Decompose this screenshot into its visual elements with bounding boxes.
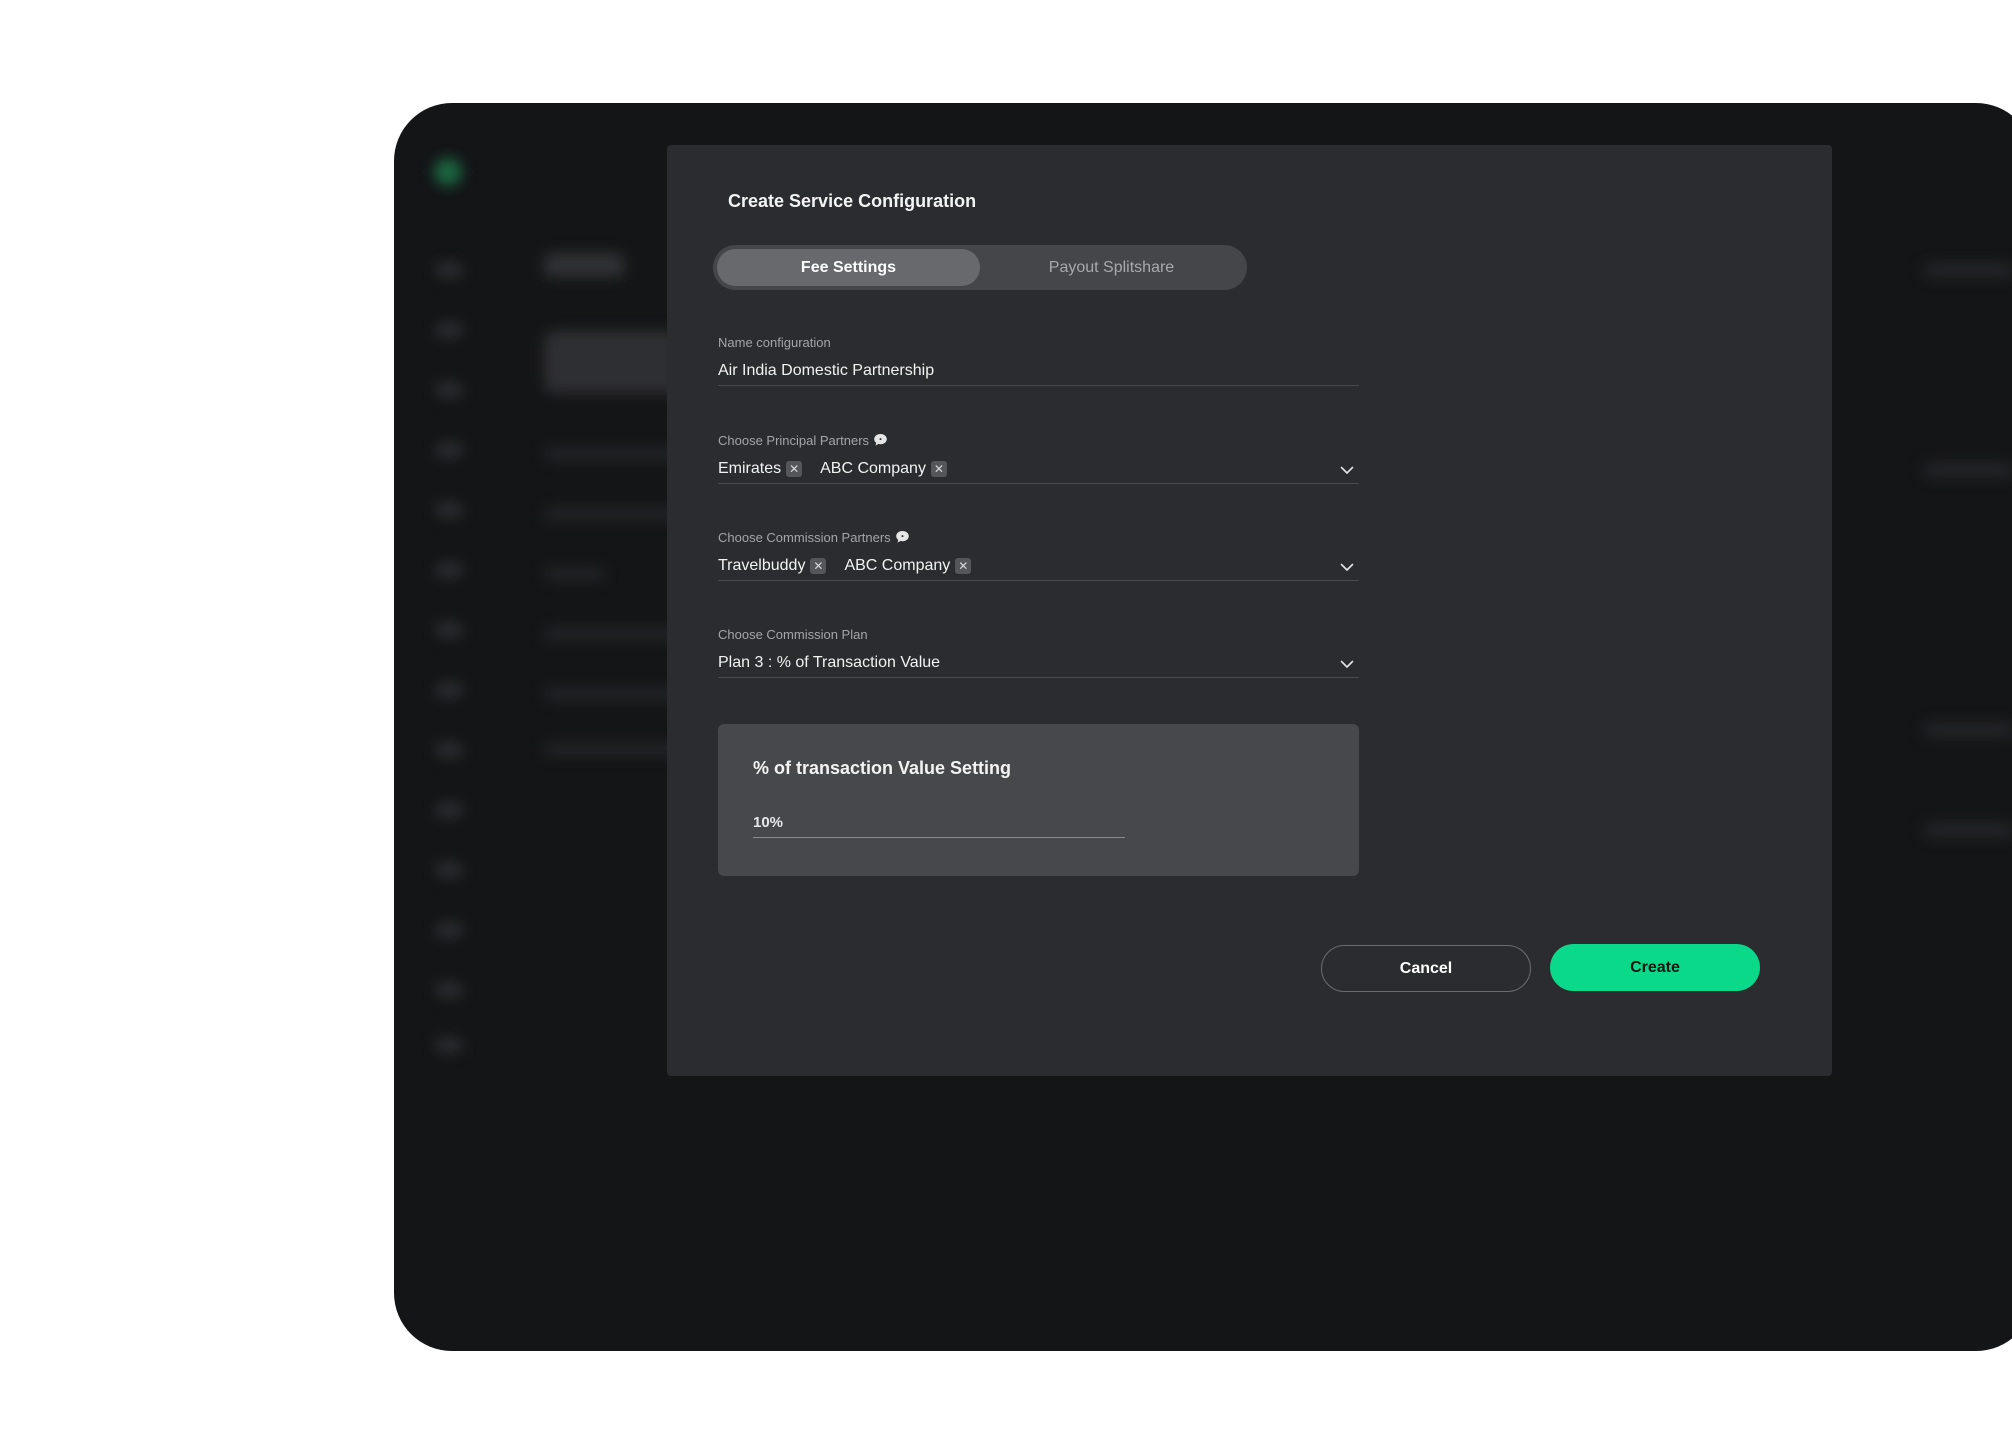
- chip-label: Emirates: [718, 459, 782, 477]
- sidebar-icon: [436, 743, 462, 757]
- tab-fee-settings[interactable]: Fee Settings: [717, 249, 980, 286]
- commission-plan-select[interactable]: Plan 3 : % of Transaction Value: [718, 648, 1359, 678]
- chip-label: ABC Company: [844, 556, 951, 574]
- remove-chip-icon[interactable]: ✕: [930, 460, 947, 477]
- transaction-value-setting-panel: % of transaction Value Setting: [718, 724, 1359, 876]
- principal-partners-field: Choose Principal Partners Emirates ✕ ABC…: [718, 432, 1359, 484]
- commission-plan-field: Choose Commission Plan Plan 3 : % of Tra…: [718, 626, 1359, 678]
- field-label: Choose Commission Partners: [718, 529, 891, 545]
- modal-title: Create Service Configuration: [728, 191, 977, 211]
- chat-bubble-icon[interactable]: [873, 433, 888, 447]
- partner-chip: ABC Company ✕: [820, 460, 947, 478]
- sidebar-icon: [436, 923, 462, 937]
- sidebar-icon: [436, 263, 462, 277]
- name-configuration-field: Name configuration Air India Domestic Pa…: [718, 334, 1359, 386]
- principal-partners-select[interactable]: Emirates ✕ ABC Company ✕: [718, 454, 1359, 484]
- name-configuration-input[interactable]: Air India Domestic Partnership: [718, 356, 1359, 386]
- background-row: [1924, 463, 2012, 477]
- sidebar-icon: [436, 443, 462, 457]
- tab-payout-splitshare[interactable]: Payout Splitshare: [980, 249, 1243, 286]
- chip-label: Travelbuddy: [718, 556, 806, 574]
- cancel-button[interactable]: Cancel: [1321, 945, 1531, 992]
- field-value: Air India Domestic Partnership: [718, 361, 935, 379]
- partner-chip: Travelbuddy ✕: [718, 556, 827, 575]
- sidebar-icon: [436, 383, 462, 397]
- sidebar-icon: [436, 323, 462, 337]
- sidebar-icon: [436, 503, 462, 517]
- create-config-modal: Create Service Configuration Fee Setting…: [667, 145, 1832, 1076]
- background-row: [1924, 823, 2012, 837]
- chevron-down-icon[interactable]: [1339, 656, 1355, 672]
- field-label: Choose Principal Partners: [718, 432, 870, 448]
- partner-chip: ABC Company ✕: [844, 556, 972, 575]
- remove-chip-icon[interactable]: ✕: [955, 557, 972, 574]
- tab-bar: Fee Settings Payout Splitshare: [713, 245, 1247, 290]
- sidebar-icon: [436, 983, 462, 997]
- create-button[interactable]: Create: [1550, 944, 1760, 991]
- setting-title: % of transaction Value Setting: [753, 758, 1012, 778]
- transaction-percentage-input[interactable]: [753, 808, 1125, 838]
- chat-bubble-icon[interactable]: [895, 530, 910, 544]
- chevron-down-icon[interactable]: [1339, 462, 1355, 478]
- sidebar-icon: [436, 803, 462, 817]
- sidebar-icon: [436, 563, 462, 577]
- partner-chip: Emirates ✕: [718, 459, 803, 478]
- field-label-row: Choose Commission Partners: [718, 529, 1359, 545]
- chip-label: ABC Company: [820, 459, 926, 477]
- app-logo: [434, 158, 462, 186]
- sidebar-icon: [436, 863, 462, 877]
- commission-partners-select[interactable]: Travelbuddy ✕ ABC Company ✕: [718, 551, 1359, 581]
- sidebar-icon: [436, 623, 462, 637]
- sidebar-icon: [436, 1038, 462, 1052]
- background-row: [1924, 723, 2012, 737]
- field-value: Plan 3 : % of Transaction Value: [718, 653, 941, 671]
- commission-partners-field: Choose Commission Partners Travelbuddy ✕…: [718, 529, 1359, 581]
- field-label-row: Choose Principal Partners: [718, 432, 1359, 448]
- sidebar-icon: [436, 683, 462, 697]
- remove-chip-icon[interactable]: ✕: [810, 557, 827, 574]
- background-row: [544, 568, 604, 580]
- background-row: [1924, 263, 2012, 277]
- field-label: Name configuration: [718, 334, 831, 350]
- remove-chip-icon[interactable]: ✕: [786, 460, 803, 477]
- background-page-title: [544, 253, 624, 277]
- field-label: Choose Commission Plan: [718, 626, 868, 642]
- chevron-down-icon[interactable]: [1339, 559, 1355, 575]
